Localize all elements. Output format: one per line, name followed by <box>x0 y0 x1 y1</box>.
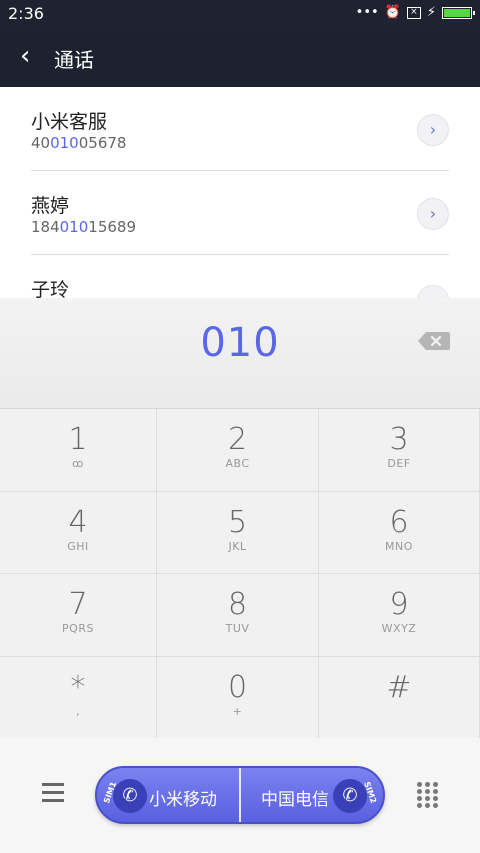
list-item[interactable]: 燕婷 18401015689 › <box>31 171 449 255</box>
status-bar: 2:36 ••• ⏰ × ⚡ <box>0 0 480 28</box>
key-digit: 0 <box>227 669 248 705</box>
chevron-right-icon[interactable]: › <box>417 198 449 230</box>
key-hash[interactable]: # <box>319 656 480 739</box>
list-item[interactable]: 子玲 › <box>31 255 449 298</box>
key-1[interactable]: 1ꝏ <box>0 409 157 492</box>
dialpad-toggle-icon[interactable] <box>417 782 439 808</box>
list-item[interactable]: 小米客服 4001005678 › <box>31 87 449 171</box>
key-3[interactable]: 3 DEF <box>319 409 480 492</box>
dial-input[interactable]: 010 <box>0 320 480 366</box>
key-digit: 1 <box>68 422 88 457</box>
dial-keypad: 1ꝏ 2 ABC 3 DEF 4 GHI 5 JKL 6 MNO 7 PQRS 8 TUV 9… <box>0 408 480 739</box>
key-letters: WXYZ <box>381 622 417 635</box>
key-6[interactable]: 6 MNO <box>319 491 480 574</box>
number-match: 010 <box>59 218 89 236</box>
key-5[interactable]: 5 JKL <box>157 491 319 574</box>
key-7[interactable]: 7 PQRS <box>0 574 157 657</box>
key-letters: DEF <box>387 457 411 470</box>
call-sim1-button[interactable]: SIM1 ✆ 小米移动 <box>97 768 239 822</box>
key-letters: PQRS <box>62 622 94 635</box>
key-letters: GHI <box>67 539 89 553</box>
key-letters: , <box>76 704 80 718</box>
key-letters: ABC <box>225 457 250 470</box>
sim2-carrier-label: 中国电信 <box>261 790 329 810</box>
key-9[interactable]: 9 WXYZ <box>319 574 480 657</box>
alarm-icon: ⏰ <box>384 5 401 20</box>
key-4[interactable]: 4 GHI <box>0 491 157 574</box>
status-icons: ••• ⏰ × ⚡ <box>355 5 475 20</box>
no-sim-icon: × <box>406 6 421 19</box>
battery-fill <box>444 8 470 17</box>
dial-input-area: 010 <box>0 298 480 408</box>
key-digit: 6 <box>389 504 409 540</box>
contact-list: 小米客服 4001005678 › 燕婷 18401015689 › 子玲 › <box>0 87 480 298</box>
chevron-right-icon[interactable]: › <box>417 114 449 146</box>
contact-name: 子玲 <box>31 279 70 298</box>
number-match: 010 <box>50 134 79 152</box>
key-digit: * <box>70 669 86 705</box>
key-digit: 5 <box>227 504 248 540</box>
key-letters: + <box>232 704 243 718</box>
call-sim2-button[interactable]: 中国电信 ✆ SIM2 <box>239 768 383 822</box>
contact-number: 18401015689 <box>31 218 136 236</box>
number-part: 05678 <box>78 134 127 152</box>
dial-bottom-bar: SIM1 ✆ 小米移动 中国电信 ✆ SIM2 <box>0 738 480 853</box>
key-digit: 7 <box>68 587 88 622</box>
key-digit: 8 <box>227 587 248 622</box>
contact-name: 燕婷 <box>31 195 70 217</box>
key-digit: 2 <box>227 422 248 457</box>
key-digit: 3 <box>389 422 409 457</box>
sim-call-buttons: SIM1 ✆ 小米移动 中国电信 ✆ SIM2 <box>95 766 385 824</box>
back-icon[interactable]: ‹ <box>20 42 30 70</box>
key-star[interactable]: *, <box>0 656 157 739</box>
more-dots-icon: ••• <box>355 5 379 20</box>
app-header: ‹ 通话 <box>0 28 480 87</box>
charging-icon: ⚡ <box>426 5 436 20</box>
chevron-right-icon[interactable]: › <box>417 285 449 298</box>
key-letters: TUV <box>225 622 250 635</box>
key-8[interactable]: 8 TUV <box>157 574 319 657</box>
number-part: 15689 <box>88 218 136 236</box>
number-part: 40 <box>31 134 51 152</box>
number-part: 184 <box>31 218 60 236</box>
phone-icon: ✆ <box>113 779 147 813</box>
key-letters: JKL <box>228 539 247 553</box>
key-digit: 9 <box>389 587 409 622</box>
key-digit: # <box>386 669 412 705</box>
key-2[interactable]: 2 ABC <box>157 409 319 492</box>
contact-number: 4001005678 <box>31 134 126 152</box>
contact-name: 小米客服 <box>31 111 108 133</box>
backspace-icon[interactable] <box>418 332 450 350</box>
status-time: 2:36 <box>8 4 44 23</box>
battery-icon <box>442 6 475 19</box>
sim1-carrier-label: 小米移动 <box>149 790 217 810</box>
key-letters: MNO <box>385 539 413 553</box>
key-digit: 4 <box>68 504 88 540</box>
page-title: 通话 <box>54 48 94 72</box>
key-0[interactable]: 0 + <box>157 656 319 739</box>
menu-icon[interactable] <box>42 783 64 803</box>
voicemail-icon: ꝏ <box>72 457 84 470</box>
